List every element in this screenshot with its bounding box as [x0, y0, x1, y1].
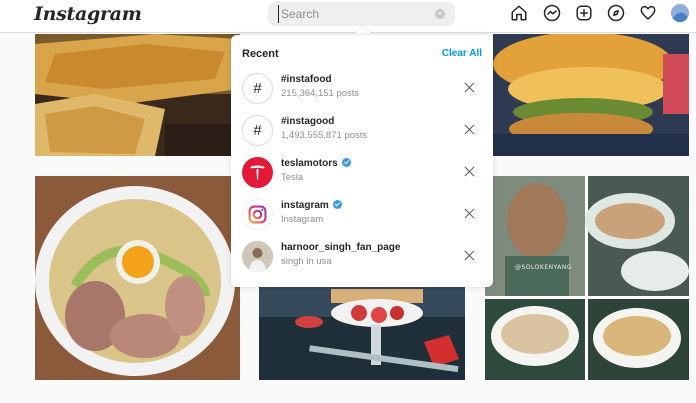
remove-item-icon[interactable] — [463, 81, 476, 94]
instagram-logo-icon — [242, 199, 273, 230]
explore-icon[interactable] — [607, 4, 625, 22]
item-title: instagram — [281, 200, 329, 211]
item-title: teslamotors — [281, 158, 338, 169]
item-subtitle: 1,493,555,871 posts — [281, 130, 368, 141]
clear-all-button[interactable]: Clear All — [442, 48, 482, 59]
verified-badge-icon — [332, 200, 342, 209]
hashtag-icon: # — [242, 115, 273, 146]
recent-search-item[interactable]: teslamotors Tesla — [231, 152, 493, 194]
instagram-wordmark-logo[interactable]: Instagram — [34, 3, 142, 25]
item-title: harnoor_singh_fan_page — [281, 242, 401, 253]
search-input[interactable] — [278, 5, 428, 23]
hashtag-icon: # — [242, 73, 273, 104]
new-post-icon[interactable] — [575, 4, 593, 22]
item-title: #instafood — [281, 74, 332, 85]
search-clear-icon[interactable]: × — [435, 9, 445, 19]
messenger-icon[interactable] — [543, 4, 561, 22]
tesla-logo-icon — [242, 157, 273, 188]
recent-search-item[interactable]: instagram Instagram — [231, 194, 493, 236]
quesadilla-tile[interactable] — [35, 34, 240, 156]
recent-heading: Recent — [242, 48, 279, 60]
recent-search-item[interactable]: harnoor_singh_fan_page singh in usa — [231, 236, 493, 278]
remove-item-icon[interactable] — [463, 123, 476, 136]
remove-item-icon[interactable] — [463, 207, 476, 220]
item-subtitle: singh in usa — [281, 256, 332, 267]
item-subtitle: 215,364,151 posts — [281, 88, 360, 99]
search-results-dropdown: Recent Clear All # #instafood 215,364,15… — [231, 35, 493, 287]
watermark-text: @SOLOKENYANG — [515, 264, 573, 271]
user-avatar — [242, 241, 273, 272]
street-food-collage-tile[interactable]: @SOLOKENYANG — [485, 176, 689, 380]
activity-heart-icon[interactable] — [639, 4, 657, 22]
recent-search-item[interactable]: # #instagood 1,493,555,871 posts — [231, 110, 493, 152]
item-subtitle: Instagram — [281, 214, 324, 225]
item-subtitle: Tesla — [281, 172, 304, 183]
remove-item-icon[interactable] — [463, 165, 476, 178]
dessert-tile[interactable] — [259, 287, 465, 380]
home-icon[interactable] — [510, 4, 528, 22]
recent-search-item[interactable]: # #instafood 215,364,151 posts — [231, 68, 493, 110]
verified-badge-icon — [341, 158, 351, 167]
burger-tile[interactable] — [493, 34, 689, 156]
item-title: #instagood — [281, 116, 335, 127]
ramen-bowl-tile[interactable] — [35, 176, 240, 380]
remove-item-icon[interactable] — [463, 249, 476, 262]
search-box[interactable]: × — [268, 2, 455, 26]
profile-avatar[interactable] — [671, 4, 689, 22]
top-navigation-bar: Instagram × — [0, 0, 696, 33]
